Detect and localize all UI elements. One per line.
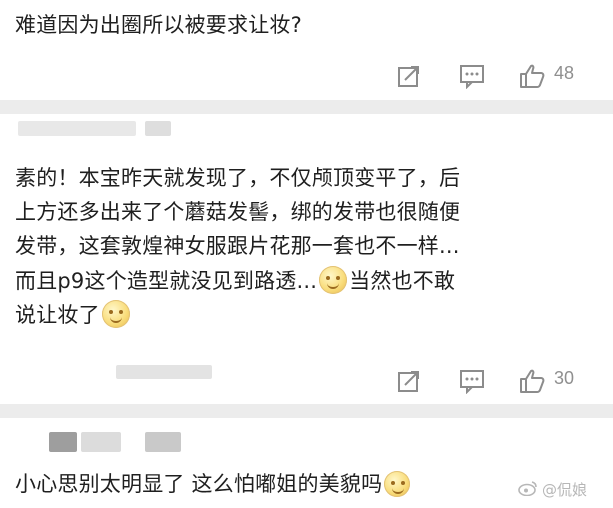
thumbs-up-icon[interactable] <box>518 63 546 93</box>
share-icon[interactable] <box>396 63 422 93</box>
watermark: @侃娘 <box>518 479 587 500</box>
smile-emoji-icon <box>384 471 411 497</box>
comment-1-text: 难道因为出圈所以被要求让妆? <box>15 13 302 37</box>
watermark-text: @侃娘 <box>541 481 587 499</box>
blurred-username <box>49 432 77 452</box>
weibo-logo-icon <box>518 480 538 500</box>
share-icon[interactable] <box>396 368 422 398</box>
comment-3-text-content: 小心思别太明显了 这么怕嘟姐的美貌吗 <box>15 472 383 496</box>
smile-emoji-icon <box>101 300 130 328</box>
comment-icon[interactable] <box>458 368 486 398</box>
comment-2-line-5: 说让妆了 <box>15 300 132 331</box>
comment-2-line-5-text: 说让妆了 <box>15 303 100 327</box>
separator <box>0 404 613 418</box>
comment-icon[interactable] <box>458 63 486 93</box>
like-count: 30 <box>554 368 575 388</box>
blurred-username <box>145 121 171 136</box>
comment-2-line-2: 上方还多出来了个蘑菇发髻，绑的发带也很随便 <box>15 200 461 224</box>
comment-2-line-1: 素的！本宝昨天就发现了，不仅颅顶变平了，后 <box>15 166 461 190</box>
comment-2-line-4-text: 而且p9这个造型就没见到路透... <box>15 269 318 293</box>
smile-emoji-icon <box>319 266 348 294</box>
thumbs-up-icon[interactable] <box>518 368 546 398</box>
blurred-username <box>18 121 136 136</box>
like-count: 48 <box>554 63 575 83</box>
comment-2-actions: 30 <box>383 366 613 396</box>
comment-3-text: 小心思别太明显了 这么怕嘟姐的美貌吗 <box>15 469 412 500</box>
blurred-timestamp <box>116 365 212 379</box>
separator <box>0 100 613 114</box>
comment-2-line-4: 而且p9这个造型就没见到路透... 当然也不敢 <box>15 266 455 297</box>
blurred-username <box>81 432 121 452</box>
comment-2-line-4-text-b: 当然也不敢 <box>349 269 456 293</box>
comment-2-line-3: 发带，这套敦煌神女服跟片花那一套也不一样... <box>15 234 460 258</box>
blurred-username <box>145 432 181 452</box>
comment-1-actions: 48 <box>383 61 613 91</box>
